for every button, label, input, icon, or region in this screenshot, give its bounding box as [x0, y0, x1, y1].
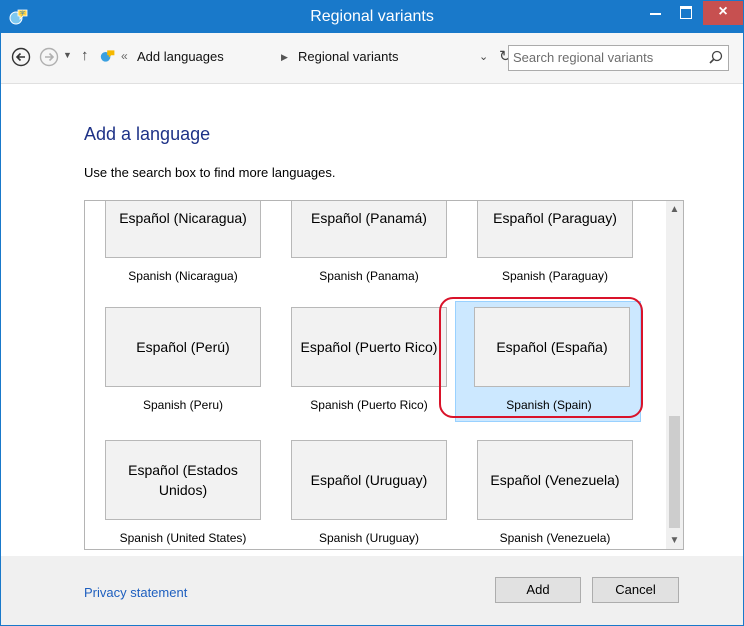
language-tile-native-name: Español (Estados Unidos) — [105, 440, 261, 520]
language-globe-icon — [100, 50, 115, 62]
language-tile-native-name: Español (Uruguay) — [291, 440, 447, 520]
language-tile-native-name: Español (Paraguay) — [477, 201, 633, 258]
language-tile-english-name: Spanish (Paraguay) — [501, 269, 609, 283]
forward-button[interactable] — [39, 47, 59, 67]
breadcrumb-regional-variants[interactable]: Regional variants — [298, 49, 398, 64]
page-title: Add a language — [84, 124, 211, 144]
language-tile-nicaragua[interactable]: Español (Nicaragua) Spanish (Nicaragua) — [90, 201, 276, 299]
language-tile-peru[interactable]: Español (Perú) Spanish (Peru) — [90, 301, 276, 422]
address-dropdown-chevron-icon[interactable]: ⌄ — [479, 50, 488, 63]
language-tile-english-name: Spanish (Puerto Rico) — [310, 398, 428, 412]
breadcrumb-add-languages[interactable]: Add languages — [137, 49, 224, 64]
title-bar: 字 Regional variants × — [1, 1, 743, 33]
language-tile-panama[interactable]: Español (Panamá) Spanish (Panama) — [276, 201, 462, 299]
language-tile-english-name: Spanish (United States) — [119, 531, 247, 545]
minimize-icon — [650, 13, 661, 15]
window-title: Regional variants — [310, 8, 434, 25]
language-tile-english-name: Spanish (Panama) — [319, 269, 419, 283]
navigation-bar: ▼ ↑ « Add languages ▶ Regional variants … — [1, 33, 743, 84]
regional-variants-window: 字 Regional variants × ▼ ↑ « Add language… — [0, 0, 744, 626]
language-tile-paraguay[interactable]: Español (Paraguay) Spanish (Paraguay) — [462, 201, 648, 299]
scrollbar-thumb[interactable] — [669, 416, 680, 528]
scroll-up-chevron-icon[interactable]: ▲ — [666, 201, 683, 218]
recent-locations-chevron-icon[interactable]: ▼ — [63, 50, 72, 60]
main-content: Add a language Use the search box to fin… — [1, 84, 743, 556]
language-tile-english-name: Spanish (Uruguay) — [318, 531, 420, 545]
breadcrumb-arrow-icon[interactable]: ▶ — [281, 52, 288, 63]
scroll-down-chevron-icon[interactable]: ▼ — [666, 532, 683, 549]
language-tile-native-name: Español (España) — [474, 307, 630, 387]
language-tile-native-name: Español (Puerto Rico) — [291, 307, 447, 387]
language-grid: Español (Nicaragua) Spanish (Nicaragua) … — [84, 200, 684, 550]
close-icon: × — [718, 3, 728, 20]
search-input[interactable]: Search regional variants — [508, 45, 729, 71]
up-arrow-icon[interactable]: ↑ — [81, 47, 89, 64]
breadcrumb-overflow-icon[interactable]: « — [121, 49, 128, 63]
language-tile-venezuela[interactable]: Español (Venezuela) Spanish (Venezuela) — [462, 437, 648, 549]
search-icon[interactable] — [709, 50, 723, 64]
language-tile-english-name: Spanish (Venezuela) — [499, 531, 611, 545]
language-tile-uruguay[interactable]: Español (Uruguay) Spanish (Uruguay) — [276, 437, 462, 549]
language-tile-native-name: Español (Nicaragua) — [105, 201, 261, 258]
close-button[interactable]: × — [703, 1, 743, 25]
maximize-icon — [680, 6, 692, 19]
language-tile-native-name: Español (Perú) — [105, 307, 261, 387]
dialog-footer: Privacy statement Add Cancel — [1, 556, 743, 625]
privacy-statement-link[interactable]: Privacy statement — [84, 585, 187, 600]
language-tile-english-name: Spanish (Nicaragua) — [128, 269, 238, 283]
back-button[interactable] — [11, 47, 31, 67]
maximize-button[interactable] — [671, 1, 701, 25]
language-tile-spain-selected[interactable]: Español (España) Spanish (Spain) — [455, 301, 641, 422]
language-tile-english-name: Spanish (Peru) — [142, 398, 224, 412]
language-tile-native-name: Español (Venezuela) — [477, 440, 633, 520]
language-tile-united-states[interactable]: Español (Estados Unidos) Spanish (United… — [90, 437, 276, 549]
add-button[interactable]: Add — [495, 577, 581, 603]
minimize-button[interactable] — [641, 1, 671, 25]
page-description: Use the search box to find more language… — [84, 165, 336, 180]
vertical-scrollbar[interactable]: ▲ ▼ — [666, 201, 683, 549]
cancel-button[interactable]: Cancel — [592, 577, 679, 603]
language-tile-puerto-rico[interactable]: Español (Puerto Rico) Spanish (Puerto Ri… — [276, 301, 462, 422]
language-tile-english-name: Spanish (Spain) — [506, 398, 592, 412]
search-placeholder: Search regional variants — [513, 50, 654, 65]
language-tile-native-name: Español (Panamá) — [291, 201, 447, 258]
